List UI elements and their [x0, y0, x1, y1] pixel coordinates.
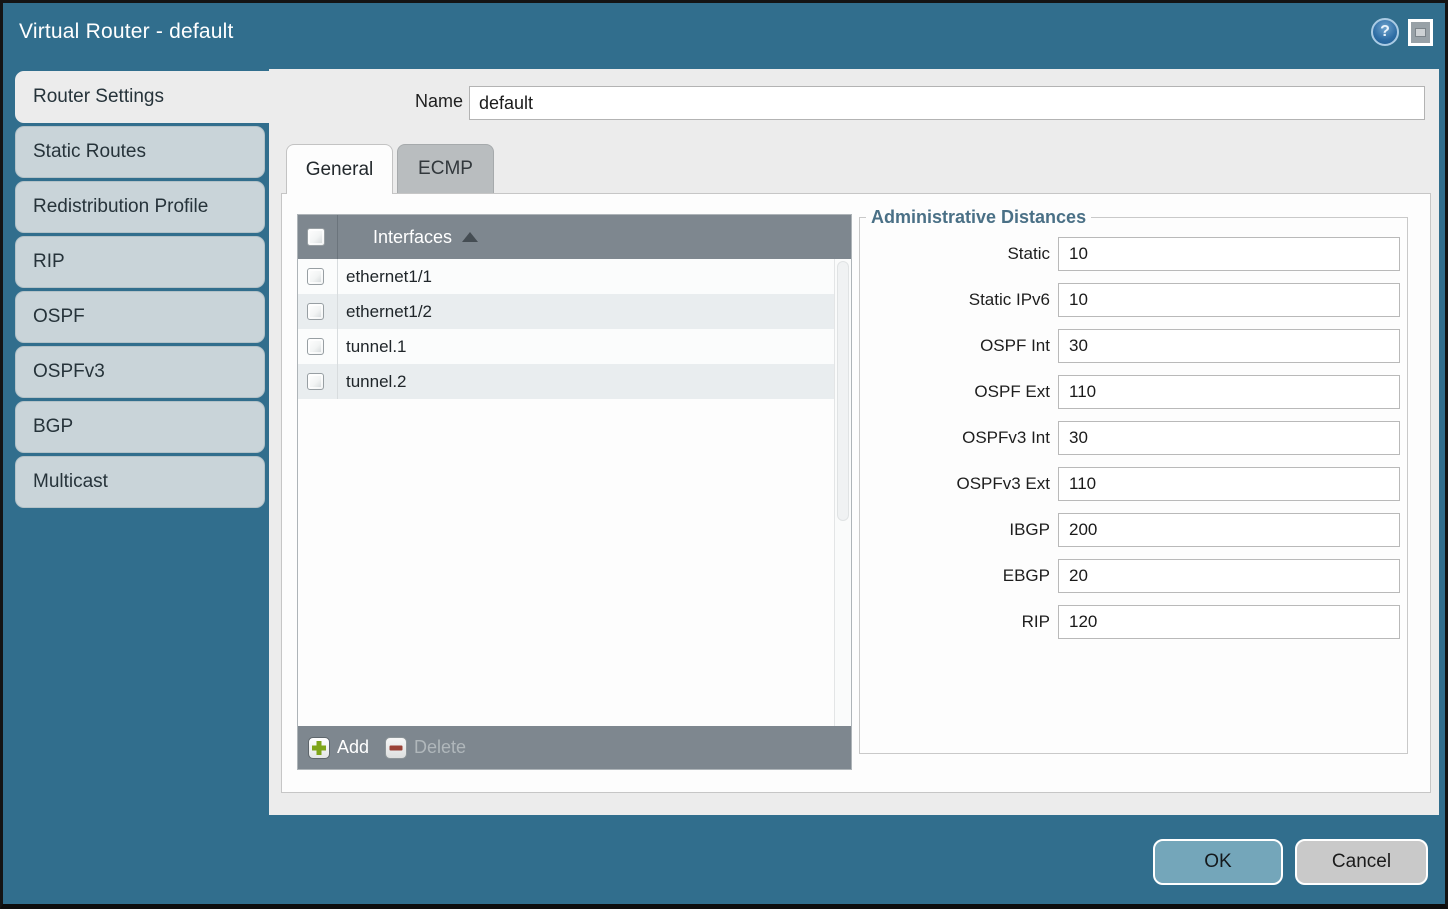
administrative-distances-group: Administrative Distances Static Static I…: [859, 207, 1408, 754]
row-checkbox[interactable]: [307, 338, 324, 355]
rip-input[interactable]: [1058, 605, 1400, 639]
static-label: Static: [860, 244, 1050, 264]
sidebar-item-multicast[interactable]: Multicast: [15, 456, 265, 508]
add-button[interactable]: Add: [308, 737, 369, 759]
table-scrollbar[interactable]: [834, 259, 851, 726]
interface-name: tunnel.2: [346, 372, 407, 392]
sidebar: Router Settings Static Routes Redistribu…: [15, 71, 271, 511]
ebgp-input[interactable]: [1058, 559, 1400, 593]
scrollbar-thumb[interactable]: [837, 261, 849, 521]
ospf-ext-label: OSPF Ext: [860, 382, 1050, 402]
interface-name: tunnel.1: [346, 337, 407, 357]
column-divider: [337, 329, 338, 364]
ospf-int-label: OSPF Int: [860, 336, 1050, 356]
ebgp-label: EBGP: [860, 566, 1050, 586]
column-divider: [337, 215, 338, 259]
row-checkbox[interactable]: [307, 373, 324, 390]
sidebar-item-redistribution-profile[interactable]: Redistribution Profile: [15, 181, 265, 233]
name-label: Name: [269, 91, 463, 112]
virtual-router-dialog: Virtual Router - default ? Router Settin…: [0, 0, 1448, 909]
interfaces-column-header[interactable]: Interfaces: [298, 215, 851, 259]
tab-ecmp[interactable]: ECMP: [397, 144, 494, 193]
ospfv3-ext-label: OSPFv3 Ext: [860, 474, 1050, 494]
table-row[interactable]: ethernet1/1: [298, 259, 834, 294]
field-row-ospfv3-ext: OSPFv3 Ext: [860, 467, 1407, 501]
field-row-ebgp: EBGP: [860, 559, 1407, 593]
field-row-static: Static: [860, 237, 1407, 271]
sidebar-item-ospf[interactable]: OSPF: [15, 291, 265, 343]
dialog-title: Virtual Router - default: [19, 20, 234, 44]
static-ipv6-input[interactable]: [1058, 283, 1400, 317]
sort-ascending-icon: [462, 232, 478, 242]
rip-label: RIP: [860, 612, 1050, 632]
general-tab-content: Interfaces ethernet1/1 ethernet1/2: [281, 193, 1431, 793]
table-footer: Add Delete: [298, 726, 851, 769]
interfaces-table-body: ethernet1/1 ethernet1/2 tunnel.1: [298, 259, 834, 726]
tabstrip: General ECMP: [286, 144, 494, 194]
window-icon[interactable]: [1408, 19, 1433, 46]
main-panel: Name General ECMP Interfaces et: [269, 69, 1439, 815]
sidebar-item-ospfv3[interactable]: OSPFv3: [15, 346, 265, 398]
table-row[interactable]: tunnel.2: [298, 364, 834, 399]
ospf-int-input[interactable]: [1058, 329, 1400, 363]
interface-name: ethernet1/1: [346, 267, 432, 287]
delete-minus-icon: [385, 737, 407, 759]
sidebar-item-rip[interactable]: RIP: [15, 236, 265, 288]
field-row-ospf-int: OSPF Int: [860, 329, 1407, 363]
field-row-rip: RIP: [860, 605, 1407, 639]
interfaces-header-label: Interfaces: [373, 227, 452, 248]
field-row-ospfv3-int: OSPFv3 Int: [860, 421, 1407, 455]
static-input[interactable]: [1058, 237, 1400, 271]
row-checkbox[interactable]: [307, 268, 324, 285]
select-all-checkbox[interactable]: [307, 228, 325, 246]
add-button-label: Add: [337, 737, 369, 758]
sidebar-item-router-settings[interactable]: Router Settings: [15, 71, 271, 123]
column-divider: [337, 294, 338, 329]
sidebar-item-bgp[interactable]: BGP: [15, 401, 265, 453]
help-icon[interactable]: ?: [1371, 18, 1399, 46]
ibgp-input[interactable]: [1058, 513, 1400, 547]
table-row[interactable]: tunnel.1: [298, 329, 834, 364]
field-row-ospf-ext: OSPF Ext: [860, 375, 1407, 409]
window-icon-inner: [1415, 28, 1426, 37]
interface-name: ethernet1/2: [346, 302, 432, 322]
add-plus-icon: [308, 737, 330, 759]
name-input[interactable]: [469, 86, 1425, 120]
column-divider: [337, 259, 338, 294]
titlebar: Virtual Router - default ?: [3, 3, 1445, 66]
delete-button-label: Delete: [414, 737, 466, 758]
delete-button[interactable]: Delete: [385, 737, 466, 759]
ok-button[interactable]: OK: [1153, 839, 1283, 885]
ospf-ext-input[interactable]: [1058, 375, 1400, 409]
row-checkbox[interactable]: [307, 303, 324, 320]
ospfv3-int-label: OSPFv3 Int: [860, 428, 1050, 448]
table-row[interactable]: ethernet1/2: [298, 294, 834, 329]
tab-general[interactable]: General: [286, 144, 393, 194]
static-ipv6-label: Static IPv6: [860, 290, 1050, 310]
interfaces-table: Interfaces ethernet1/1 ethernet1/2: [297, 214, 852, 770]
column-divider: [337, 364, 338, 399]
cancel-button[interactable]: Cancel: [1295, 839, 1428, 885]
sidebar-item-static-routes[interactable]: Static Routes: [15, 126, 265, 178]
ospfv3-int-input[interactable]: [1058, 421, 1400, 455]
field-row-static-ipv6: Static IPv6: [860, 283, 1407, 317]
field-row-ibgp: IBGP: [860, 513, 1407, 547]
ibgp-label: IBGP: [860, 520, 1050, 540]
administrative-distances-legend: Administrative Distances: [866, 207, 1091, 228]
ospfv3-ext-input[interactable]: [1058, 467, 1400, 501]
